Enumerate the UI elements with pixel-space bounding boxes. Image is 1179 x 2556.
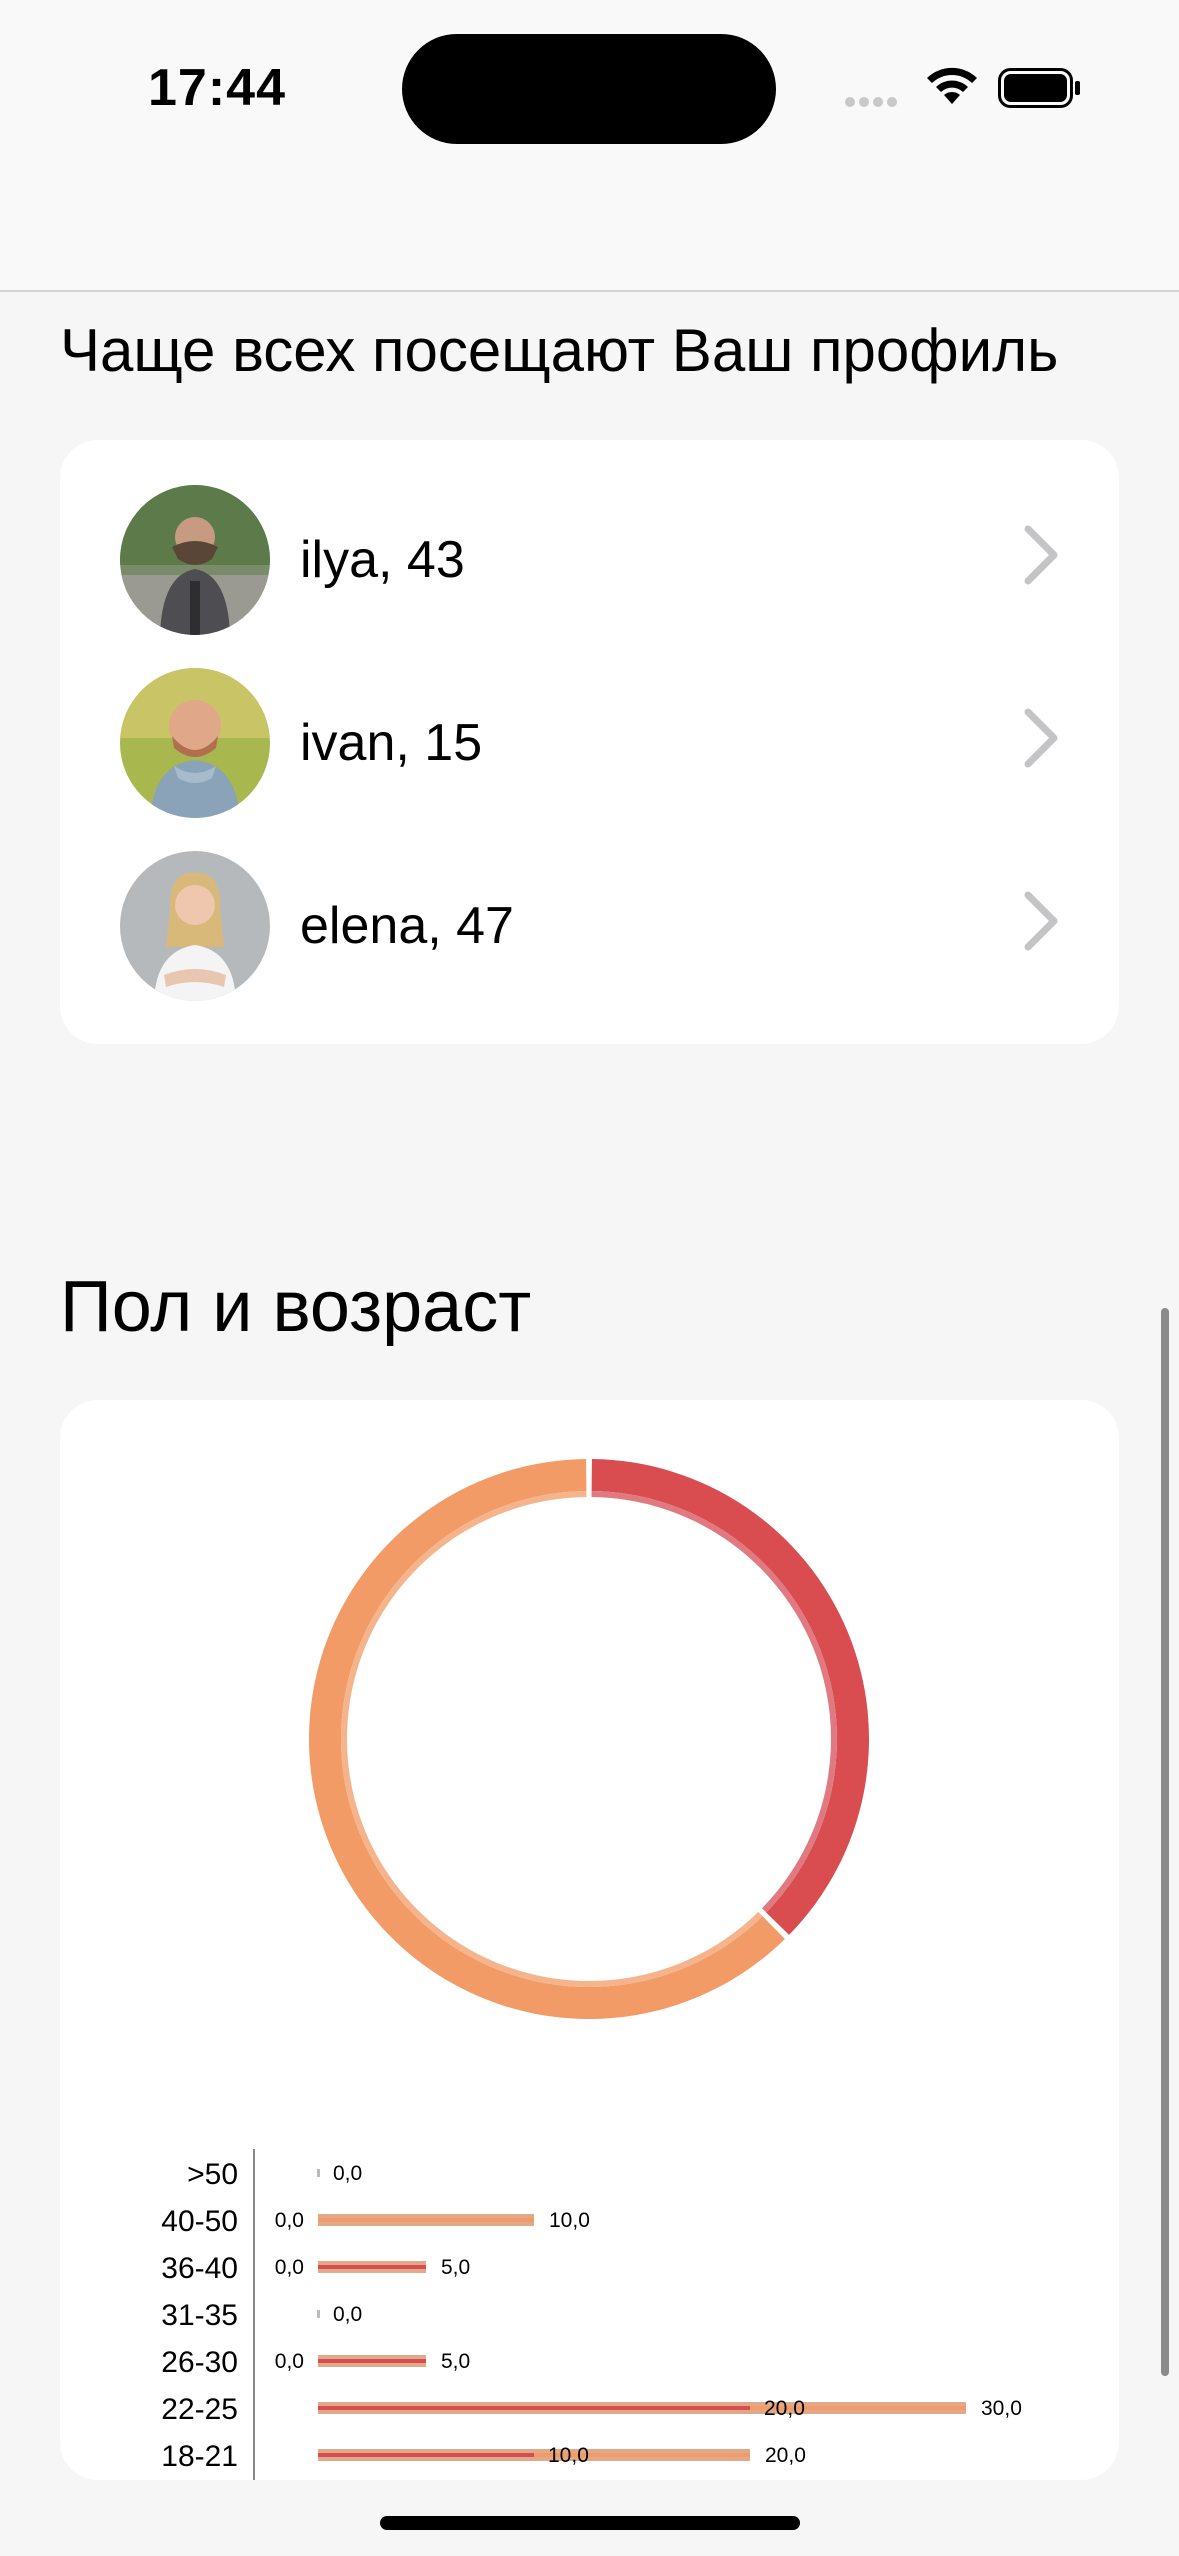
age-bar-empty — [317, 2169, 320, 2177]
age-bar-male — [318, 2453, 534, 2457]
bar-value-label: 0,0 — [333, 2162, 362, 2185]
chevron-right-icon — [1020, 525, 1060, 590]
scrollbar[interactable] — [1161, 1308, 1169, 2376]
gender-age-card: >50 0,0 40-50 0,0 10,0 36-40 0,0 5,0 31-35 0,0 26-… — [60, 1400, 1119, 2480]
gender-age-section-title: Пол и возраст — [60, 1267, 532, 1347]
bar-value-label: 5,0 — [441, 2350, 470, 2373]
visitor-row-ilya[interactable]: ilya, 43 — [60, 440, 1119, 635]
bar-value-label: 10,0 — [549, 2209, 590, 2232]
age-tick-label: >50 — [187, 2158, 238, 2191]
age-bar-male — [318, 2359, 426, 2363]
age-tick-label: 40-50 — [161, 2205, 238, 2238]
bar-value-label: 20,0 — [764, 2397, 805, 2420]
bar-value-label: 10,0 — [548, 2444, 589, 2467]
bar-value-label: 20,0 — [765, 2444, 806, 2467]
battery-icon — [998, 68, 1082, 113]
visitor-row-elena[interactable]: elena, 47 — [60, 806, 1119, 1001]
dynamic-island — [402, 34, 776, 144]
visitor-row-ivan[interactable]: ivan, 15 — [60, 623, 1119, 818]
bar-value-label: 0,0 — [275, 2256, 304, 2279]
wifi-icon — [924, 64, 980, 111]
avatar — [120, 668, 270, 818]
home-indicator[interactable] — [380, 2516, 800, 2530]
visitor-name-age: ivan, 15 — [300, 714, 483, 772]
age-tick-label: 18-21 — [161, 2440, 238, 2473]
bar-value-label: 30,0 — [981, 2397, 1022, 2420]
age-bar-empty — [317, 2310, 320, 2318]
chevron-right-icon — [1020, 891, 1060, 956]
visitor-name-age: elena, 47 — [300, 897, 514, 955]
status-time: 17:44 — [148, 59, 286, 117]
avatar — [120, 485, 270, 635]
avatar — [120, 851, 270, 1001]
age-tick-label: 31-35 — [161, 2299, 238, 2332]
age-tick-label: 22-25 — [161, 2393, 238, 2426]
cellular-signal-icon — [845, 94, 901, 112]
visitors-section-title: Чаще всех посещают Ваш профиль — [60, 317, 1059, 384]
age-bar-female — [318, 2218, 534, 2222]
bar-value-label: 0,0 — [275, 2350, 304, 2373]
age-bar-chart: >50 0,0 40-50 0,0 10,0 36-40 0,0 5,0 31-35 0,0 26-… — [161, 2149, 1022, 2480]
chevron-right-icon — [1020, 708, 1060, 773]
bar-value-label: 0,0 — [275, 2209, 304, 2232]
age-bar-male — [318, 2406, 750, 2410]
age-tick-label: 26-30 — [161, 2346, 238, 2379]
bar-value-label: 5,0 — [441, 2256, 470, 2279]
age-tick-label: 36-40 — [161, 2252, 238, 2285]
visitors-card: ilya, 43 ivan, 15 elena, 47 — [60, 440, 1119, 1044]
bar-value-label: 0,0 — [333, 2303, 362, 2326]
age-bar-male — [318, 2265, 426, 2269]
navigation-bar: 17:44 — [0, 0, 1179, 292]
visitor-name-age: ilya, 43 — [300, 531, 465, 589]
